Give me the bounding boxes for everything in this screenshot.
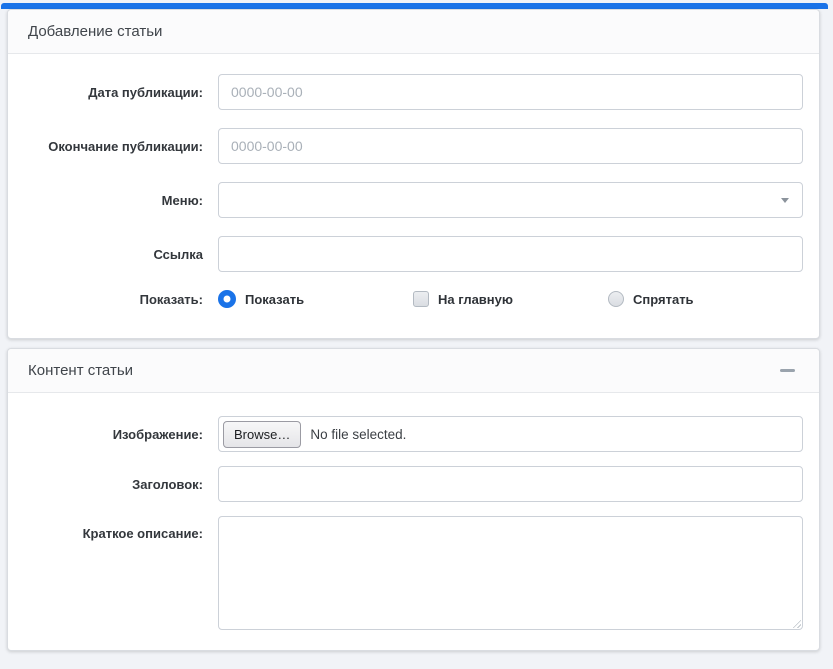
title-input[interactable] <box>218 466 803 502</box>
panel-article-content: Контент статьи Изображение: Browse… No f… <box>7 348 820 651</box>
form-row-title: Заголовок: <box>32 466 803 502</box>
description-control <box>218 516 803 630</box>
menu-select[interactable] <box>218 182 803 218</box>
panel-add-body: Дата публикации: Окончание публикации: М… <box>8 54 819 338</box>
image-label: Изображение: <box>32 427 218 442</box>
radio-show-icon[interactable] <box>218 290 236 308</box>
publish-end-control <box>218 128 803 164</box>
option-main-page-label: На главную <box>438 292 513 307</box>
option-show-label: Показать <box>245 292 304 307</box>
panel-content-title: Контент статьи <box>28 362 133 379</box>
link-label: Ссылка <box>32 247 218 262</box>
form-row-publish-end: Окончание публикации: <box>32 128 803 164</box>
form-row-description: Краткое описание: <box>32 516 803 630</box>
file-status-text: No file selected. <box>310 427 406 442</box>
menu-label: Меню: <box>32 193 218 208</box>
publish-end-label: Окончание публикации: <box>32 139 218 154</box>
browse-button[interactable]: Browse… <box>223 421 301 448</box>
publish-date-control <box>218 74 803 110</box>
panel-content-body: Изображение: Browse… No file selected. З… <box>8 393 819 650</box>
form-row-image: Изображение: Browse… No file selected. <box>32 416 803 452</box>
description-label: Краткое описание: <box>32 526 218 541</box>
title-label: Заголовок: <box>32 477 218 492</box>
option-main-page[interactable]: На главную <box>413 291 608 307</box>
chevron-down-icon <box>781 198 789 203</box>
show-options: Показать На главную Спрятать <box>218 290 803 308</box>
option-hide[interactable]: Спрятать <box>608 291 803 307</box>
link-input[interactable] <box>218 236 803 272</box>
show-label: Показать: <box>32 292 218 307</box>
panel-content-header: Контент статьи <box>8 349 819 393</box>
panel-add-article: Добавление статьи Дата публикации: Оконч… <box>7 9 820 339</box>
checkbox-main-page-icon[interactable] <box>413 291 429 307</box>
image-control: Browse… No file selected. <box>218 416 803 452</box>
description-textarea[interactable] <box>218 516 803 630</box>
page: Добавление статьи Дата публикации: Оконч… <box>0 3 833 669</box>
publish-date-input[interactable] <box>218 74 803 110</box>
form-row-link: Ссылка <box>32 236 803 272</box>
panel-add-header: Добавление статьи <box>8 10 819 54</box>
title-control <box>218 466 803 502</box>
link-control <box>218 236 803 272</box>
panel-add-title: Добавление статьи <box>28 23 162 40</box>
option-show[interactable]: Показать <box>218 290 413 308</box>
image-file-input[interactable]: Browse… No file selected. <box>218 416 803 452</box>
form-row-menu: Меню: <box>32 182 803 218</box>
publish-date-label: Дата публикации: <box>32 85 218 100</box>
publish-end-input[interactable] <box>218 128 803 164</box>
form-row-show: Показать: Показать На главную Спрятать <box>32 290 803 308</box>
option-hide-label: Спрятать <box>633 292 694 307</box>
collapse-minus-icon[interactable] <box>780 369 795 372</box>
radio-hide-icon[interactable] <box>608 291 624 307</box>
menu-control <box>218 182 803 218</box>
form-row-publish-date: Дата публикации: <box>32 74 803 110</box>
